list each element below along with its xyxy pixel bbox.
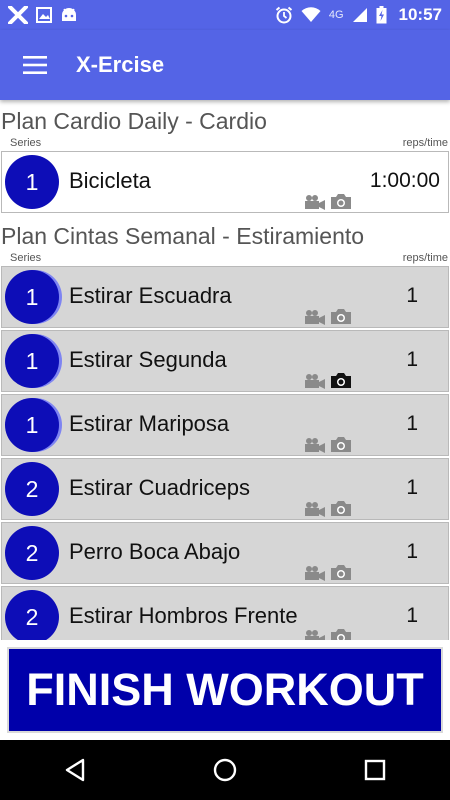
app-title: X-Ercise	[76, 52, 165, 77]
status-bar-left	[8, 6, 78, 24]
recents-button[interactable]	[345, 740, 405, 800]
exercise-row[interactable]: 1 Estirar Escuadra 1	[1, 266, 449, 328]
series-count-badge: 2	[5, 526, 59, 580]
finish-workout-area: FINISH WORKOUT	[0, 640, 450, 740]
exercise-row[interactable]: 1 Estirar Segunda 1	[1, 330, 449, 392]
exercise-reps-time: 1	[406, 348, 418, 371]
plan-title: Plan Cardio Daily - Cardio	[1, 108, 267, 134]
video-camera-icon[interactable]	[304, 629, 326, 640]
photo-camera-icon[interactable]	[330, 308, 352, 325]
photo-camera-icon[interactable]	[330, 564, 352, 581]
video-camera-icon[interactable]	[304, 437, 326, 453]
photo-camera-icon[interactable]	[330, 193, 352, 210]
workout-list[interactable]: Plan Cardio Daily - Cardio Series reps/t…	[0, 100, 450, 640]
series-column-header: Series	[10, 137, 42, 149]
back-button[interactable]	[45, 740, 105, 800]
photo-camera-icon[interactable]	[330, 500, 352, 517]
x-app-notification-icon	[8, 6, 28, 24]
exercise-row[interactable]: 2 Estirar Hombros Frente 1	[1, 586, 449, 640]
series-count-badge: 1	[5, 155, 59, 209]
exercise-name: Estirar Escuadra	[69, 283, 232, 308]
finish-workout-button[interactable]: FINISH WORKOUT	[7, 647, 443, 733]
exercise-name: Estirar Cuadriceps	[69, 475, 250, 500]
network-type-label: 4G	[328, 9, 344, 21]
exercise-name: Perro Boca Abajo	[69, 539, 241, 564]
video-camera-icon[interactable]	[304, 501, 326, 517]
system-navigation-bar	[0, 740, 450, 800]
video-camera-icon[interactable]	[304, 194, 326, 210]
back-triangle-icon	[65, 758, 85, 782]
video-camera-icon[interactable]	[304, 309, 326, 325]
exercise-reps-time: 1	[406, 284, 418, 307]
media-indicators	[304, 628, 352, 640]
exercise-reps-time: 1	[406, 604, 418, 627]
plan-title: Plan Cintas Semanal - Estiramiento	[1, 223, 365, 249]
series-count-badge: 1	[5, 270, 59, 324]
exercise-name: Estirar Mariposa	[69, 411, 230, 436]
menu-icon	[23, 56, 47, 74]
alarm-icon	[275, 6, 293, 24]
status-bar-right: 4G 10:57	[275, 5, 442, 25]
media-indicators	[304, 436, 352, 453]
recents-square-icon	[364, 759, 386, 781]
exercise-row[interactable]: 1 Estirar Mariposa 1	[1, 394, 449, 456]
home-circle-icon	[213, 758, 237, 782]
exercise-reps-time: 1	[406, 540, 418, 563]
exercise-reps-time: 1:00:00	[369, 169, 440, 192]
reps-time-column-header: reps/time	[402, 252, 448, 264]
hamburger-menu-button[interactable]	[0, 30, 70, 100]
exercise-name: Bicicleta	[69, 168, 151, 193]
series-count-badge: 1	[5, 398, 59, 452]
exercise-name: Estirar Hombros Frente	[69, 603, 298, 628]
photo-camera-icon-active[interactable]	[330, 372, 352, 389]
photo-camera-icon[interactable]	[330, 436, 352, 453]
media-indicators	[304, 500, 352, 517]
media-indicators	[304, 564, 352, 581]
video-camera-icon[interactable]	[304, 565, 326, 581]
exercise-row[interactable]: 2 Estirar Cuadriceps 1	[1, 458, 449, 520]
exercise-reps-time: 1	[406, 476, 418, 499]
series-column-header: Series	[10, 252, 42, 264]
media-indicators	[304, 193, 352, 210]
photo-camera-icon[interactable]	[330, 628, 352, 640]
column-headers: Series reps/time	[0, 251, 450, 266]
media-indicators	[304, 308, 352, 325]
series-count-badge: 2	[5, 590, 59, 640]
series-count-badge: 2	[5, 462, 59, 516]
wifi-icon	[301, 7, 321, 23]
video-camera-icon[interactable]	[304, 373, 326, 389]
android-notification-icon	[60, 7, 78, 23]
media-indicators	[304, 372, 352, 389]
image-notification-icon	[36, 7, 52, 23]
clock-time: 10:57	[398, 5, 442, 24]
exercise-row[interactable]: 2 Perro Boca Abajo 1	[1, 522, 449, 584]
series-count-badge: 1	[5, 334, 59, 388]
reps-time-column-header: reps/time	[402, 137, 448, 149]
exercise-reps-time: 1	[406, 412, 418, 435]
battery-charging-icon	[376, 6, 387, 24]
column-headers: Series reps/time	[0, 136, 450, 151]
status-bar: 4G 10:57	[0, 0, 450, 30]
exercise-row[interactable]: 1 Bicicleta 1:00:00	[1, 151, 449, 213]
cell-signal-icon	[352, 7, 368, 23]
exercise-name: Estirar Segunda	[69, 347, 227, 372]
home-button[interactable]	[195, 740, 255, 800]
app-bar: X-Ercise	[0, 30, 450, 100]
